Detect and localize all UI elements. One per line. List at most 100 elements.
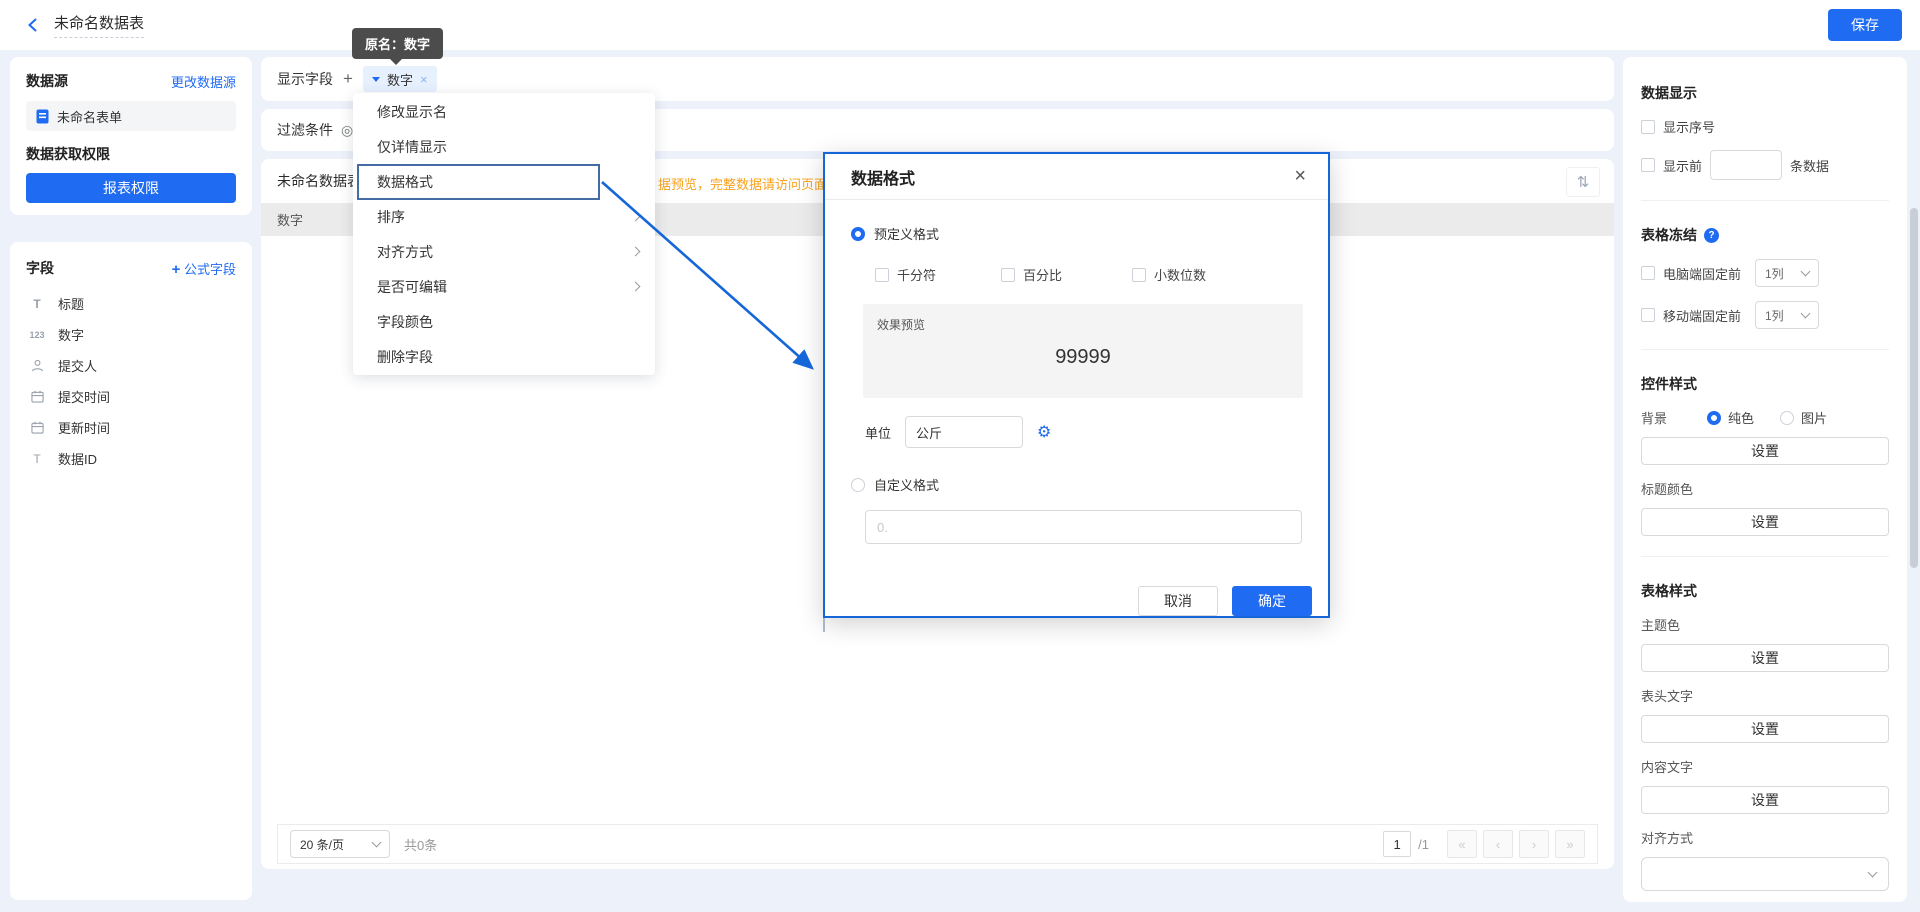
fields-header: 字段 <box>26 258 54 278</box>
menu-item-field-color[interactable]: 字段颜色 <box>353 304 655 339</box>
menu-item-sort[interactable]: 排序 <box>353 199 655 234</box>
question-icon[interactable]: ? <box>1704 228 1719 243</box>
freeze-mobile-label: 移动端固定前 <box>1663 306 1747 325</box>
decimal-places-option[interactable]: 小数位数 <box>1132 265 1206 284</box>
align-select[interactable] <box>1641 857 1889 891</box>
preview-value: 99999 <box>863 346 1303 369</box>
target-icon[interactable]: ◎ <box>341 122 353 139</box>
predefined-format-option[interactable]: 预定义格式 <box>851 224 1302 243</box>
menu-item-rename[interactable]: 修改显示名 <box>353 94 655 129</box>
field-item-submitter[interactable]: 提交人 <box>26 350 236 381</box>
back-icon[interactable] <box>24 16 42 34</box>
content-text-set-button[interactable]: 设置 <box>1641 786 1889 814</box>
chevron-down-icon <box>1801 309 1811 319</box>
plus-icon: + <box>172 261 181 278</box>
datasource-item[interactable]: 未命名表单 <box>26 101 236 131</box>
fields-card: 字段 + 公式字段 T 标题 123 数字 提交人 提交时间 <box>10 242 252 900</box>
custom-format-option[interactable]: 自定义格式 <box>851 475 1302 494</box>
pagination-bar: 20 条/页 共0条 1 /1 « ‹ › » <box>277 824 1598 864</box>
freeze-mobile-cols-select[interactable]: 1列 <box>1755 301 1819 329</box>
last-page-button[interactable]: » <box>1555 830 1585 858</box>
chevron-down-icon <box>1868 868 1878 878</box>
modal-header: 数据格式 <box>825 154 1328 200</box>
bg-image-radio-group[interactable]: 图片 <box>1780 408 1827 427</box>
page-scrollbar[interactable] <box>1910 208 1918 568</box>
calendar-icon <box>26 390 48 403</box>
unit-input[interactable] <box>905 416 1023 448</box>
title-color-set-button[interactable]: 设置 <box>1641 508 1889 536</box>
theme-color-label: 主题色 <box>1641 615 1889 634</box>
freeze-pc-label: 电脑端固定前 <box>1663 264 1747 283</box>
show-first-checkbox[interactable] <box>1641 158 1655 172</box>
menu-item-editable[interactable]: 是否可编辑 <box>353 269 655 304</box>
decimal-places-checkbox[interactable] <box>1132 268 1146 282</box>
filter-label: 过滤条件 <box>277 120 333 140</box>
first-page-button[interactable]: « <box>1447 830 1477 858</box>
report-permission-button[interactable]: 报表权限 <box>26 173 236 203</box>
show-first-count-input[interactable] <box>1710 150 1782 180</box>
field-item-number[interactable]: 123 数字 <box>26 319 236 350</box>
add-formula-field-button[interactable]: + 公式字段 <box>172 259 236 278</box>
change-datasource-link[interactable]: 更改数据源 <box>171 72 236 91</box>
top-bar: 未命名数据表 保存 <box>0 0 1920 50</box>
column-header-number: 数字 <box>277 210 303 229</box>
next-page-button[interactable]: › <box>1519 830 1549 858</box>
data-display-header: 数据显示 <box>1641 83 1889 103</box>
percentage-option[interactable]: 百分比 <box>1001 265 1132 284</box>
percentage-checkbox[interactable] <box>1001 268 1015 282</box>
page-size-select[interactable]: 20 条/页 <box>290 830 390 858</box>
total-count: 共0条 <box>404 835 437 854</box>
menu-item-delete-field[interactable]: 删除字段 <box>353 339 655 374</box>
divider <box>1641 200 1889 201</box>
add-display-field-icon[interactable]: + <box>343 69 353 89</box>
preview-label: 效果预览 <box>877 316 925 333</box>
show-first-label: 显示前 <box>1663 156 1702 175</box>
chevron-right-icon <box>631 247 641 257</box>
field-item-data-id[interactable]: T 数据ID <box>26 443 236 474</box>
header-text-set-button[interactable]: 设置 <box>1641 715 1889 743</box>
user-icon <box>26 359 48 372</box>
gear-icon[interactable]: ⚙ <box>1037 422 1051 442</box>
menu-item-align[interactable]: 对齐方式 <box>353 234 655 269</box>
show-index-checkbox[interactable] <box>1641 120 1655 134</box>
save-button[interactable]: 保存 <box>1828 9 1902 41</box>
remove-field-icon[interactable]: × <box>420 72 428 87</box>
prev-page-button[interactable]: ‹ <box>1483 830 1513 858</box>
display-fields-label: 显示字段 <box>277 69 333 89</box>
chevron-down-icon <box>372 838 382 848</box>
table-title: 未命名数据表 <box>277 171 361 191</box>
thousand-separator-checkbox[interactable] <box>875 268 889 282</box>
close-icon[interactable]: × <box>1294 165 1306 188</box>
confirm-button[interactable]: 确定 <box>1232 586 1312 616</box>
cancel-button[interactable]: 取消 <box>1138 586 1218 616</box>
freeze-pc-checkbox[interactable] <box>1641 266 1655 280</box>
chevron-right-icon <box>631 282 641 292</box>
theme-color-set-button[interactable]: 设置 <box>1641 644 1889 672</box>
menu-item-data-format[interactable]: 数据格式 <box>353 164 655 199</box>
background-set-button[interactable]: 设置 <box>1641 437 1889 465</box>
predefined-radio[interactable] <box>851 227 865 241</box>
modal-title: 数据格式 <box>851 165 915 189</box>
bg-solid-radio-group[interactable]: 纯色 <box>1707 408 1754 427</box>
page-number-input[interactable]: 1 <box>1383 831 1411 857</box>
menu-item-detail-only[interactable]: 仅详情显示 <box>353 129 655 164</box>
page-title[interactable]: 未命名数据表 <box>54 12 144 38</box>
custom-format-input[interactable] <box>865 510 1302 544</box>
freeze-mobile-checkbox[interactable] <box>1641 308 1655 322</box>
table-style-header: 表格样式 <box>1641 581 1889 601</box>
field-tab-number[interactable]: 数字 × <box>363 66 437 92</box>
freeze-pc-cols-select[interactable]: 1列 <box>1755 259 1819 287</box>
text-icon: T <box>26 297 48 311</box>
unit-label: 单位 <box>865 423 891 442</box>
solid-radio[interactable] <box>1707 411 1721 425</box>
datasource-header: 数据源 <box>26 71 68 91</box>
image-radio[interactable] <box>1780 411 1794 425</box>
sort-icon[interactable]: ⇅ <box>1566 167 1600 197</box>
field-item-update-time[interactable]: 更新时间 <box>26 412 236 443</box>
custom-radio[interactable] <box>851 478 865 492</box>
thousand-separator-option[interactable]: 千分符 <box>875 265 1001 284</box>
content-text-label: 内容文字 <box>1641 757 1889 776</box>
field-item-title[interactable]: T 标题 <box>26 288 236 319</box>
custom-label: 自定义格式 <box>874 475 939 494</box>
field-item-submit-time[interactable]: 提交时间 <box>26 381 236 412</box>
